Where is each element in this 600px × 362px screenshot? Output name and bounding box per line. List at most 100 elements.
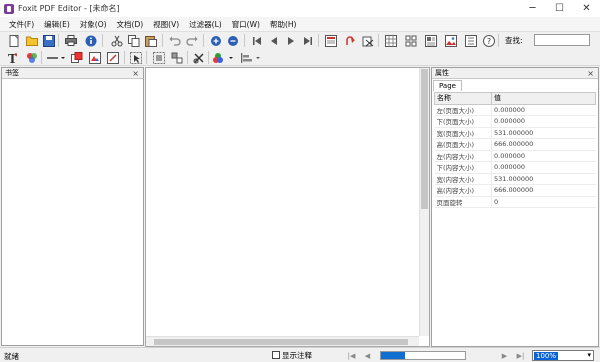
property-value[interactable]: 0 [491, 196, 596, 208]
toolbar-separator [318, 34, 319, 47]
save-icon[interactable] [42, 34, 55, 47]
prev-page-icon[interactable] [267, 34, 280, 47]
properties-icon[interactable] [464, 34, 477, 47]
fill-color-icon[interactable] [213, 51, 235, 64]
column-header-value[interactable]: 值 [491, 92, 596, 105]
crop-icon[interactable] [361, 34, 374, 47]
new-doc-icon[interactable] [8, 34, 21, 47]
horizontal-scroll-thumb[interactable] [154, 339, 408, 345]
menu-help[interactable]: 帮助(H) [265, 19, 302, 30]
align-icon[interactable] [404, 34, 417, 47]
maximize-button[interactable]: ☐ [546, 0, 573, 17]
show-annotations-checkbox[interactable] [272, 351, 280, 359]
help-icon[interactable]: ? [482, 34, 495, 47]
last-page-icon[interactable] [301, 34, 314, 47]
menu-filter[interactable]: 过滤器(L) [184, 19, 227, 30]
image-insert-icon[interactable] [88, 51, 101, 64]
image-icon[interactable] [444, 34, 457, 47]
vertical-scroll-thumb[interactable] [421, 69, 428, 209]
document-horizontal-scrollbar[interactable] [146, 336, 419, 346]
table-row[interactable]: 左(页面大小) 0.000000 [434, 104, 596, 116]
property-value[interactable]: 531.000000 [491, 127, 596, 139]
minimize-button[interactable]: ─ [519, 0, 546, 17]
zoom-out-icon[interactable] [226, 34, 239, 47]
table-row[interactable]: 宽(内容大小) 531.000000 [434, 173, 596, 185]
tab-page[interactable]: Page [433, 80, 462, 91]
property-value[interactable]: 0.000000 [491, 161, 596, 174]
properties-pane-title: 属性 [435, 69, 449, 77]
window-controls: ─ ☐ ✕ [519, 0, 600, 17]
toolbar-separator [146, 51, 147, 64]
next-page-button[interactable]: ▶ [499, 350, 510, 361]
table-row[interactable]: 页面旋转 0 [434, 196, 596, 208]
property-value[interactable]: 0.000000 [491, 104, 596, 116]
page-number-field[interactable] [380, 351, 466, 360]
align-tool-icon[interactable] [240, 51, 262, 64]
redo-icon[interactable] [185, 34, 198, 47]
first-page-button[interactable]: |◀ [346, 350, 357, 361]
svg-text:?: ? [486, 37, 490, 46]
prev-page-button[interactable]: ◀ [362, 350, 373, 361]
table-row[interactable]: 高(页面大小) 666.000000 [434, 138, 596, 151]
menu-file[interactable]: 文件(F) [4, 19, 39, 30]
ungroup-icon[interactable] [170, 51, 183, 64]
property-value[interactable]: 0.000000 [491, 150, 596, 162]
print-icon[interactable] [64, 34, 77, 47]
copy-icon[interactable] [127, 34, 140, 47]
property-value[interactable]: 0.000000 [491, 115, 596, 128]
close-button[interactable]: ✕ [573, 0, 600, 17]
table-row[interactable]: 宽(页面大小) 531.000000 [434, 127, 596, 139]
property-name: 下(内容大小) [434, 161, 492, 174]
properties-pane-close-icon[interactable]: × [587, 68, 594, 79]
property-value[interactable]: 531.000000 [491, 173, 596, 185]
table-row[interactable]: 下(页面大小) 0.000000 [434, 115, 596, 128]
menu-document[interactable]: 文档(D) [112, 19, 149, 30]
document-vertical-scrollbar[interactable] [419, 68, 429, 336]
menu-view[interactable]: 视图(V) [148, 19, 184, 30]
rotate-page-icon[interactable] [344, 34, 357, 47]
delete-icon[interactable] [192, 51, 205, 64]
table-row[interactable]: 高(内容大小) 666.000000 [434, 184, 596, 197]
zoom-select[interactable]: 100% ▾ [532, 350, 594, 361]
paste-icon[interactable] [144, 34, 157, 47]
line-tool-icon[interactable] [46, 51, 66, 64]
menu-edit[interactable]: 编辑(E) [39, 19, 75, 30]
color-icon[interactable] [25, 51, 38, 64]
foxit-app-icon [4, 3, 14, 14]
layout-icon[interactable] [424, 34, 437, 47]
next-page-icon[interactable] [284, 34, 297, 47]
cut-icon[interactable] [110, 34, 123, 47]
property-value[interactable]: 666.000000 [491, 184, 596, 197]
group-icon[interactable] [152, 51, 165, 64]
show-annotations-label[interactable]: 显示注释 [282, 350, 312, 361]
search-input[interactable] [534, 34, 590, 46]
page-view-icon[interactable] [324, 34, 337, 47]
bookmark-pane-close-icon[interactable]: × [132, 68, 139, 79]
table-row[interactable]: 左(内容大小) 0.000000 [434, 150, 596, 162]
open-folder-icon[interactable] [25, 34, 38, 47]
chevron-down-icon[interactable]: ▾ [587, 351, 591, 360]
zoom-in-icon[interactable] [209, 34, 222, 47]
undo-icon[interactable] [168, 34, 181, 47]
document-area[interactable] [145, 67, 430, 347]
bookmark-pane: 书签 × [1, 67, 144, 346]
main-toolbar: ? 查找: [0, 31, 600, 48]
table-row[interactable]: 下(内容大小) 0.000000 [434, 161, 596, 174]
toolbar-separator [162, 34, 163, 47]
menu-window[interactable]: 窗口(W) [227, 19, 265, 30]
status-text: 就绪 [4, 352, 19, 361]
property-value[interactable]: 666.000000 [491, 138, 596, 151]
toolbar-separator [203, 34, 204, 47]
menu-object[interactable]: 对象(O) [75, 19, 112, 30]
last-page-button[interactable]: ▶| [515, 350, 526, 361]
column-header-name[interactable]: 名称 [434, 92, 492, 105]
text-tool-icon[interactable]: T [6, 51, 19, 64]
shape-icon[interactable] [70, 51, 83, 64]
first-page-icon[interactable] [250, 34, 263, 47]
page-number-selection [381, 352, 405, 359]
grid-icon[interactable] [384, 34, 397, 47]
property-name: 高(内容大小) [434, 184, 492, 197]
info-icon[interactable] [84, 34, 97, 47]
select-icon[interactable] [129, 51, 142, 64]
edit-icon[interactable] [106, 51, 119, 64]
